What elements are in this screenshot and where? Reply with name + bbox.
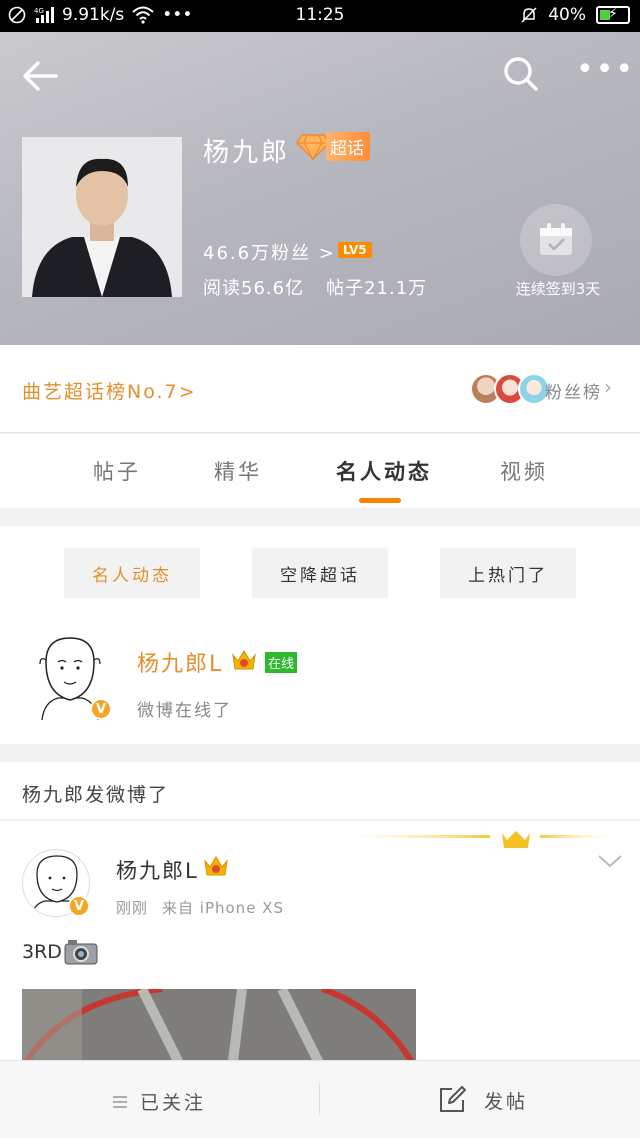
status-bar: 4G 9.91k/s ••• 11:25 40% ⚡ [0, 0, 640, 32]
post-text-content: 3RD [22, 941, 62, 963]
fan-avatars[interactable] [470, 373, 550, 405]
tab-featured[interactable]: 精华 [214, 456, 262, 486]
bottom-divider [319, 1083, 320, 1115]
mute-bell-icon [521, 7, 537, 23]
post-image[interactable] [22, 989, 416, 1061]
checkin-button[interactable] [520, 204, 592, 276]
chevron-down-icon[interactable] [596, 851, 624, 871]
post-text: 3RD [22, 939, 98, 965]
bottom-bar: 已关注 发帖 [0, 1060, 640, 1138]
topic-stats: 阅读56.6亿 帖子21.1万 [203, 274, 427, 300]
crown-decoration [350, 831, 610, 848]
online-user-avatar[interactable]: V [32, 632, 112, 721]
compose-label: 发帖 [484, 1090, 529, 1113]
battery-percent: 40% [548, 5, 586, 25]
camera-emoji-icon [64, 940, 98, 965]
feed-header-text: 杨九郎发微博了 [22, 784, 170, 806]
tab-celebrity-news[interactable]: 名人动态 [336, 456, 432, 486]
topic-tabs: 帖子 精华 名人动态 视频 [0, 434, 640, 508]
menu-icon [113, 1095, 127, 1108]
calendar-check-icon [540, 223, 572, 255]
post-meta: 刚刚 来自 iPhone XS [116, 897, 284, 918]
post-author-name[interactable]: 杨九郎L [116, 855, 199, 885]
topic-avatar[interactable] [22, 137, 182, 297]
online-tag: 在线 [265, 652, 298, 673]
filter-celebrity-news[interactable]: 名人动态 [64, 548, 200, 598]
followed-label: 已关注 [140, 1092, 207, 1114]
level-badge: LV5 [338, 242, 372, 258]
post-photo [22, 989, 416, 1061]
person-photo [22, 137, 182, 297]
post-card[interactable]: V 杨九郎L 刚刚 来自 iPhone XS 3RD [0, 821, 640, 1061]
online-status: 微博在线了 [137, 701, 232, 721]
more-icon[interactable]: ••• [576, 55, 635, 85]
charging-icon: ⚡ [608, 6, 618, 22]
active-tab-indicator [359, 498, 401, 503]
status-right: 40% ⚡ [520, 5, 630, 25]
verified-icon: V [68, 895, 90, 917]
tab-posts[interactable]: 帖子 [93, 456, 141, 486]
crown-icon [204, 856, 228, 876]
tab-videos[interactable]: 视频 [500, 456, 548, 486]
super-topic-label: 超话 [326, 131, 370, 161]
fans-count[interactable]: 46.6万粉丝 > [203, 239, 336, 265]
edit-icon [440, 1086, 466, 1112]
post-count: 帖子21.1万 [326, 278, 428, 299]
topic-name: 杨九郎 [203, 138, 291, 168]
followed-button[interactable]: 已关注 [112, 1088, 206, 1115]
rank-row[interactable]: 曲艺超话榜No.7> 粉丝榜 › [0, 345, 640, 433]
search-icon[interactable] [498, 52, 542, 96]
filter-airdrop[interactable]: 空降超话 [252, 548, 388, 598]
fan-rank-link[interactable]: 粉丝榜 [545, 378, 602, 403]
post-source: 来自 iPhone XS [162, 899, 284, 917]
online-user-name[interactable]: 杨九郎L [137, 646, 223, 678]
topic-rank-link[interactable]: 曲艺超话榜No.7> [22, 377, 197, 404]
filter-trending[interactable]: 上热门了 [440, 548, 576, 598]
verified-icon: V [90, 698, 112, 720]
read-count: 阅读56.6亿 [203, 278, 305, 299]
feed-header: 杨九郎发微博了 [0, 762, 640, 820]
post-time: 刚刚 [116, 899, 149, 917]
chevron-right-icon: › [604, 375, 612, 399]
topic-header: ••• 杨九郎 超话 46.6万粉丝 > LV5 阅读56.6亿 帖子21.1万 [0, 32, 640, 345]
diamond-icon [296, 134, 330, 160]
filter-area: 名人动态 空降超话 上热门了 V 杨九郎L 在线 微博在线了 [0, 526, 640, 744]
checkin-label: 连续签到3天 [515, 280, 601, 298]
battery-icon: ⚡ [596, 6, 630, 24]
super-topic-badge[interactable]: 超话 [296, 131, 370, 161]
back-icon[interactable] [18, 54, 62, 98]
compose-button[interactable]: 发帖 [438, 1086, 528, 1114]
crown-icon [232, 650, 256, 670]
app-root: 4G 9.91k/s ••• 11:25 40% ⚡ ••• 杨九郎 超话 46… [0, 0, 640, 1138]
